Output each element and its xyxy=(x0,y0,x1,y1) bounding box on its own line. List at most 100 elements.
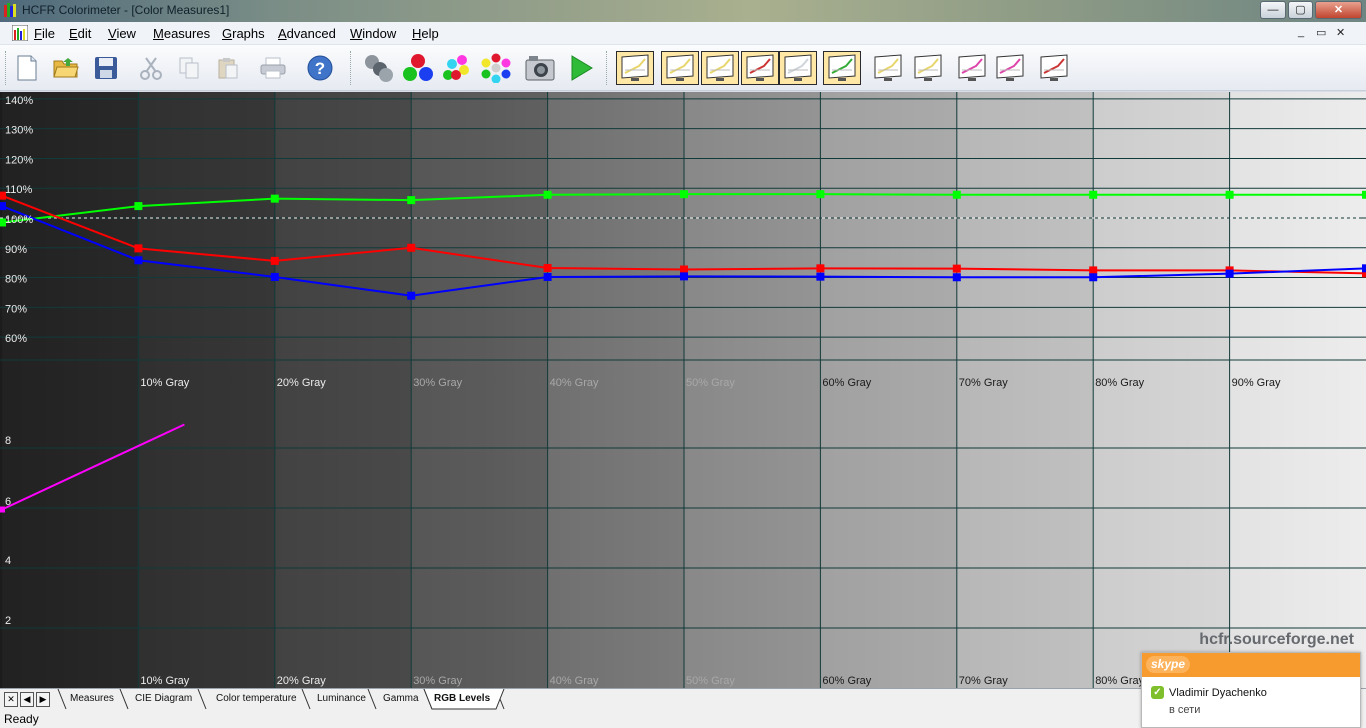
data-point xyxy=(1362,190,1366,199)
data-point xyxy=(543,190,552,199)
monitor-graph-icon xyxy=(1040,54,1068,81)
data-point xyxy=(952,273,961,282)
data-point xyxy=(1225,190,1234,199)
menu-measures[interactable]: Measures xyxy=(153,26,210,41)
printer-icon xyxy=(260,57,286,79)
y-tick-label-bottom: 8 xyxy=(5,435,11,447)
y-tick-label-bottom: 6 xyxy=(5,496,11,508)
x-tick-label: 80% Gray xyxy=(1095,377,1144,389)
secondaries-button[interactable] xyxy=(438,51,474,85)
toolbar-grip-3[interactable] xyxy=(606,51,609,85)
save-button[interactable] xyxy=(88,51,124,85)
tab-luminance[interactable]: Luminance xyxy=(317,689,366,710)
sat-colorimeter-graph-button[interactable] xyxy=(991,51,1029,85)
color-temp-graph-button[interactable] xyxy=(779,51,817,85)
menu-edit[interactable]: Edit xyxy=(69,26,91,41)
status-text: Ready xyxy=(4,712,39,726)
all-colors-button[interactable] xyxy=(478,51,514,85)
data-point xyxy=(952,264,961,273)
monitor-graph-icon xyxy=(666,54,694,81)
x-tick-label-bottom: 10% Gray xyxy=(140,675,189,687)
rgb-levels-chart[interactable]: 140% 130% 120% 110% 100% 90% 80% 70% 60% 10% Gray… xyxy=(0,92,1366,688)
cut-button[interactable] xyxy=(133,51,169,85)
rgb-balls-icon xyxy=(403,54,433,81)
copy-button[interactable] xyxy=(171,51,207,85)
monitor-graph-icon xyxy=(996,54,1024,81)
minimize-button[interactable]: — xyxy=(1260,1,1286,19)
toolbar-grip[interactable] xyxy=(5,51,8,85)
menu-graphs[interactable]: Graphs xyxy=(222,26,265,41)
tab-rgb-levels[interactable]: RGB Levels xyxy=(434,689,490,710)
tab-gamma[interactable]: Gamma xyxy=(383,689,419,710)
toolbar-grip-2[interactable] xyxy=(350,51,353,85)
x-tick-label-bottom: 40% Gray xyxy=(550,675,599,687)
monitor-graph-icon xyxy=(621,54,649,81)
monitor-graph-icon xyxy=(914,54,942,81)
near-black-graph-button[interactable] xyxy=(1035,51,1073,85)
y-tick-label: 100% xyxy=(5,214,33,226)
data-point xyxy=(680,190,688,199)
tab-color-temperature[interactable]: Color temperature xyxy=(216,689,297,710)
monitor-graph-icon xyxy=(874,54,902,81)
title-bar: HCFR Colorimeter - [Color Measures1] — ▢… xyxy=(0,0,1366,22)
menu-view[interactable]: View xyxy=(108,26,136,41)
mdi-close-button[interactable]: ✕ xyxy=(1336,26,1345,39)
rgb-levels-graph-button[interactable] xyxy=(741,51,779,85)
camera-icon xyxy=(525,56,555,81)
hcfr-app-icon[interactable] xyxy=(4,3,18,17)
measures-view-button[interactable] xyxy=(616,51,654,85)
sat-luminance-graph-button[interactable] xyxy=(869,51,907,85)
open-button[interactable] xyxy=(48,51,84,85)
tab-measures[interactable]: Measures xyxy=(70,689,114,710)
gray-band xyxy=(820,92,958,688)
gray-band xyxy=(956,92,1095,688)
tab-cie-diagram[interactable]: CIE Diagram xyxy=(135,689,192,710)
x-tick-label-bottom: 20% Gray xyxy=(277,675,326,687)
x-tick-label: 90% Gray xyxy=(1232,377,1281,389)
mdi-minimize-button[interactable]: _ xyxy=(1298,26,1304,38)
scissors-icon xyxy=(140,57,162,80)
cie-diagram-button[interactable] xyxy=(823,51,861,85)
gray-band xyxy=(138,92,276,688)
primaries-button[interactable] xyxy=(400,51,436,85)
skype-contact-status: в сети xyxy=(1169,704,1201,716)
gray-band xyxy=(274,92,413,688)
luminance-graph-button[interactable] xyxy=(661,51,699,85)
online-status-icon: ✓ xyxy=(1151,686,1164,699)
sat-rgb-graph-button[interactable] xyxy=(953,51,991,85)
data-point xyxy=(816,272,825,281)
gamma-graph-button[interactable] xyxy=(701,51,739,85)
skype-notification[interactable]: skype ✓ Vladimir Dyachenko в сети xyxy=(1141,652,1361,728)
snapshot-button[interactable] xyxy=(522,51,558,85)
skype-contact-name: Vladimir Dyachenko xyxy=(1169,687,1267,699)
menu-window[interactable]: Window xyxy=(350,26,396,41)
data-point xyxy=(270,256,279,265)
menu-help[interactable]: Help xyxy=(412,26,439,41)
paste-button[interactable] xyxy=(210,51,246,85)
measure-button[interactable] xyxy=(563,51,599,85)
help-button[interactable]: ? xyxy=(302,51,338,85)
maximize-button[interactable]: ▢ xyxy=(1288,1,1313,19)
mdi-restore-button[interactable]: ▭ xyxy=(1316,26,1326,39)
data-point xyxy=(270,272,279,281)
new-document-button[interactable] xyxy=(9,51,45,85)
x-tick-label-bottom: 30% Gray xyxy=(413,675,462,687)
data-point xyxy=(407,196,416,205)
paste-icon xyxy=(218,58,238,79)
document-icon[interactable] xyxy=(12,25,28,41)
sat-shift-graph-button[interactable] xyxy=(909,51,947,85)
menu-advanced[interactable]: Advanced xyxy=(278,26,336,41)
open-folder-icon xyxy=(53,58,79,78)
print-button[interactable] xyxy=(255,51,291,85)
close-button[interactable]: ✕ xyxy=(1315,1,1362,19)
data-point xyxy=(543,272,552,281)
x-tick-label: 70% Gray xyxy=(959,377,1008,389)
y-tick-label: 70% xyxy=(5,303,27,315)
x-tick-label-bottom: 60% Gray xyxy=(822,675,871,687)
x-tick-label-bottom: 50% Gray xyxy=(686,675,735,687)
menu-file[interactable]: File xyxy=(34,26,55,41)
y-tick-label: 120% xyxy=(5,154,33,166)
sensor-button[interactable] xyxy=(360,51,396,85)
gray-band xyxy=(684,92,822,688)
gray-band xyxy=(1229,92,1366,688)
